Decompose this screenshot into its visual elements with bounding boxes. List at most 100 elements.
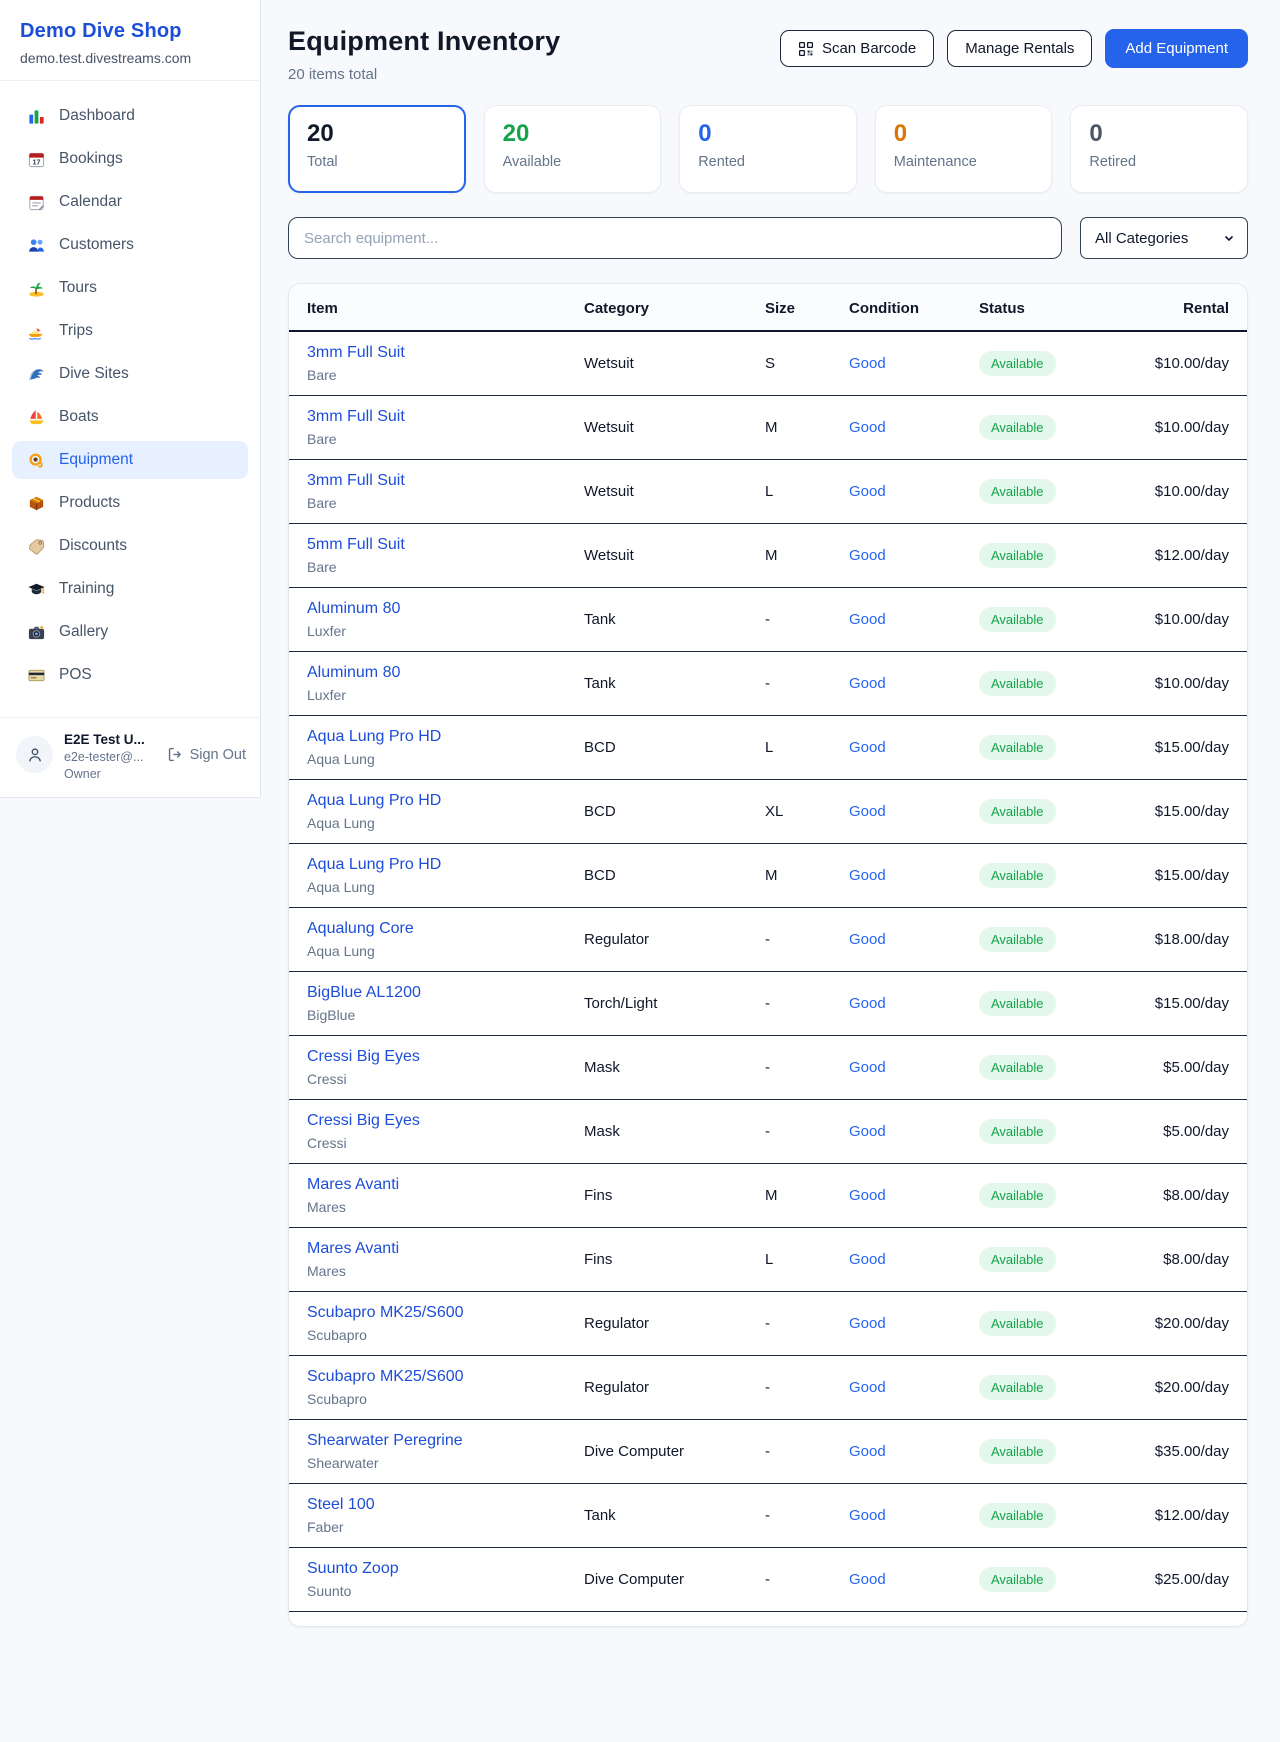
item-name-link[interactable]: Mares Avanti <box>307 1240 584 1258</box>
stat-card-available[interactable]: 20Available <box>484 105 662 193</box>
item-name-link[interactable]: Shearwater Peregrine <box>307 1432 584 1450</box>
col-header-status: Status <box>979 284 1139 331</box>
item-name-link[interactable]: Scubapro MK25/S600 <box>307 1304 584 1322</box>
sidebar-item-boats[interactable]: Boats <box>12 398 248 436</box>
condition-link[interactable]: Good <box>849 355 886 372</box>
item-name-link[interactable]: 3mm Full Suit <box>307 344 584 362</box>
condition-link[interactable]: Good <box>849 1443 886 1460</box>
condition-link[interactable]: Good <box>849 1507 886 1524</box>
condition-link[interactable]: Good <box>849 739 886 756</box>
table-row: Shearwater PeregrineShearwaterDive Compu… <box>289 1420 1247 1484</box>
manage-rentals-button[interactable]: Manage Rentals <box>947 30 1092 67</box>
item-size: M <box>765 547 778 564</box>
condition-link[interactable]: Good <box>849 803 886 820</box>
scan-barcode-button[interactable]: Scan Barcode <box>780 30 934 67</box>
sidebar-item-pos[interactable]: POS <box>12 656 248 694</box>
stat-label: Retired <box>1089 154 1229 170</box>
sidebar-item-tours[interactable]: Tours <box>12 269 248 307</box>
stat-card-retired[interactable]: 0 Retired <box>1070 105 1248 193</box>
item-size: - <box>765 931 770 948</box>
condition-link[interactable]: Good <box>849 931 886 948</box>
item-brand: Aqua Lung <box>307 943 584 959</box>
condition-link[interactable]: Good <box>849 611 886 628</box>
item-name-link[interactable]: Aluminum 80 <box>307 664 584 682</box>
sidebar-item-dashboard[interactable]: Dashboard <box>12 97 248 135</box>
condition-link[interactable]: Good <box>849 867 886 884</box>
sidebar-item-equipment[interactable]: Equipment <box>12 441 248 479</box>
item-name-link[interactable]: 3mm Full Suit <box>307 472 584 490</box>
shop-name: Demo Dive Shop <box>20 20 240 43</box>
stat-card-total[interactable]: 20Total <box>288 105 466 193</box>
stat-value: 0 <box>1089 120 1229 148</box>
sidebar-item-bookings[interactable]: 17Bookings <box>12 140 248 178</box>
item-name-link[interactable]: Cressi Big Eyes <box>307 1112 584 1130</box>
rental-price: $10.00/day <box>1155 355 1229 372</box>
item-name-link[interactable]: Aqua Lung Pro HD <box>307 856 584 874</box>
condition-link[interactable]: Good <box>849 1123 886 1140</box>
item-name-link[interactable]: Aluminum 80 <box>307 600 584 618</box>
sign-out-label: Sign Out <box>190 747 246 763</box>
item-name-link[interactable]: Suunto Zoop <box>307 1560 584 1578</box>
item-brand: Mares <box>307 1263 584 1279</box>
item-name-link[interactable]: Steel 100 <box>307 1496 584 1514</box>
item-name-link[interactable]: BigBlue AL1200 <box>307 984 584 1002</box>
item-name-link[interactable]: 3mm Full Suit <box>307 408 584 426</box>
table-row: Scubapro MK25/S600ScubaproRegulator-Good… <box>289 1356 1247 1420</box>
status-badge: Available <box>979 927 1056 952</box>
condition-link[interactable]: Good <box>849 419 886 436</box>
condition-link[interactable]: Good <box>849 483 886 500</box>
sidebar-item-dive-sites[interactable]: Dive Sites <box>12 355 248 393</box>
rental-price: $18.00/day <box>1155 931 1229 948</box>
item-brand: Mares <box>307 1199 584 1215</box>
rental-price: $5.00/day <box>1163 1123 1229 1140</box>
condition-link[interactable]: Good <box>849 1315 886 1332</box>
title-block: Equipment Inventory 20 items total <box>288 26 560 83</box>
condition-link[interactable]: Good <box>849 1571 886 1588</box>
condition-link[interactable]: Good <box>849 1059 886 1076</box>
add-equipment-button[interactable]: Add Equipment <box>1105 29 1248 68</box>
condition-link[interactable]: Good <box>849 1379 886 1396</box>
scan-barcode-label: Scan Barcode <box>822 40 916 57</box>
item-name-link[interactable]: 5mm Full Suit <box>307 536 584 554</box>
app-shell: Demo Dive Shop demo.test.divestreams.com… <box>0 0 1280 1627</box>
sidebar-item-customers[interactable]: Customers <box>12 226 248 264</box>
svg-text:17: 17 <box>32 158 40 166</box>
boats-icon <box>26 407 46 427</box>
table-row: Aqua Lung Pro HDAqua LungBCDMGoodAvailab… <box>289 844 1247 908</box>
item-brand: Luxfer <box>307 687 584 703</box>
category-select[interactable]: All Categories <box>1080 217 1248 259</box>
sidebar-item-trips[interactable]: Trips <box>12 312 248 350</box>
condition-link[interactable]: Good <box>849 1251 886 1268</box>
sidebar-item-discounts[interactable]: Discounts <box>12 527 248 565</box>
search-input[interactable] <box>288 217 1062 259</box>
sidebar-item-gallery[interactable]: Gallery <box>12 613 248 651</box>
item-size: - <box>765 611 770 628</box>
condition-link[interactable]: Good <box>849 995 886 1012</box>
sidebar-item-label: Gallery <box>59 623 108 641</box>
condition-link[interactable]: Good <box>849 675 886 692</box>
dashboard-icon <box>26 106 46 126</box>
sidebar-brand-block: Demo Dive Shop demo.test.divestreams.com <box>0 0 260 81</box>
condition-link[interactable]: Good <box>849 1187 886 1204</box>
item-name-link[interactable]: Aqualung Core <box>307 920 584 938</box>
item-brand: Scubapro <box>307 1391 584 1407</box>
item-size: M <box>765 419 778 436</box>
sign-out-button[interactable]: Sign Out <box>167 746 246 763</box>
sidebar-item-calendar[interactable]: Calendar <box>12 183 248 221</box>
stat-card-rented[interactable]: 0Rented <box>679 105 857 193</box>
item-name-link[interactable]: Scubapro MK25/S600 <box>307 1368 584 1386</box>
item-name-link[interactable]: Mares Avanti <box>307 1176 584 1194</box>
sidebar-item-training[interactable]: Training <box>12 570 248 608</box>
sidebar-item-label: Dive Sites <box>59 365 129 383</box>
stat-card-maintenance[interactable]: 0Maintenance <box>875 105 1053 193</box>
item-category: Tank <box>584 611 616 628</box>
status-badge: Available <box>979 1247 1056 1272</box>
item-name-link[interactable]: Aqua Lung Pro HD <box>307 792 584 810</box>
sidebar-item-label: Training <box>59 580 114 598</box>
item-name-link[interactable]: Aqua Lung Pro HD <box>307 728 584 746</box>
item-brand: Aqua Lung <box>307 815 584 831</box>
sidebar-item-products[interactable]: Products <box>12 484 248 522</box>
item-name-link[interactable]: Cressi Big Eyes <box>307 1048 584 1066</box>
condition-link[interactable]: Good <box>849 547 886 564</box>
status-badge: Available <box>979 543 1056 568</box>
